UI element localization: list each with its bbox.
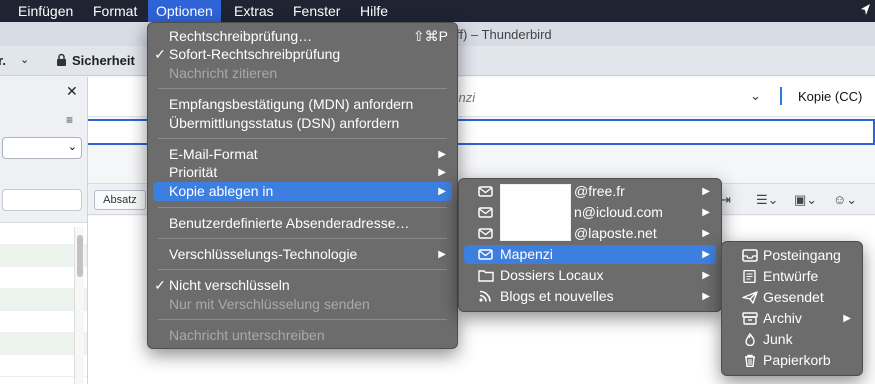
account-item-local-folders[interactable]: Dossiers Locaux ▶ bbox=[464, 266, 716, 285]
close-icon[interactable]: ✕ bbox=[66, 83, 78, 100]
folder-item-drafts[interactable]: Entwürfe bbox=[727, 267, 857, 286]
folder-icon bbox=[478, 270, 494, 282]
menu-fenster[interactable]: Fenster bbox=[285, 0, 348, 22]
menu-item-quote-message: Nachricht zitieren bbox=[169, 65, 278, 81]
location-arrow-icon bbox=[860, 3, 871, 19]
redacted-area bbox=[500, 184, 571, 241]
scrollbar-thumb[interactable] bbox=[77, 235, 83, 277]
menu-item-require-encryption: Nur mit Verschlüsselung senden bbox=[169, 296, 370, 312]
menu-item-dsn[interactable]: Übermittlungsstatus (DSN) anfordern bbox=[153, 114, 452, 133]
toolbar-partial-button[interactable]: r. bbox=[0, 53, 6, 68]
align-icon[interactable]: ☰⌄ bbox=[756, 192, 779, 208]
contacts-sidebar: ✕ ≡ ⌄ bbox=[0, 77, 88, 384]
menu-item-custom-sender[interactable]: Benutzerdefinierte Absenderadresse… bbox=[153, 214, 452, 233]
menu-item-no-encryption[interactable]: ✓ Nicht verschlüsseln bbox=[153, 276, 452, 295]
menu-item-encryption-tech[interactable]: Verschlüsselungs-Technologie ▶ bbox=[153, 245, 452, 264]
account-item-blogs[interactable]: Blogs et nouvelles ▶ bbox=[464, 287, 716, 306]
menubar: Einfügen Format Optionen Extras Fenster … bbox=[0, 0, 875, 22]
image-insert-icon[interactable]: ▣⌄ bbox=[794, 192, 817, 208]
menu-separator bbox=[158, 238, 447, 239]
lock-icon bbox=[56, 53, 67, 69]
field-divider bbox=[780, 87, 782, 105]
menu-separator bbox=[158, 207, 447, 208]
menu-separator bbox=[158, 269, 447, 270]
menu-item-email-format[interactable]: E-Mail-Format ▶ bbox=[153, 145, 452, 164]
junk-icon bbox=[745, 333, 755, 346]
chevron-down-icon: ⌄ bbox=[67, 141, 77, 153]
copy-to-submenu: @free.fr ▶ n@icloud.com ▶ @laposte.net ▶… bbox=[458, 178, 722, 312]
options-menu: Rechtschreibprüfung… ⇧⌘P ✓ Sofort-Rechts… bbox=[147, 22, 458, 349]
scrollbar[interactable] bbox=[74, 227, 84, 384]
mail-account-icon bbox=[478, 186, 493, 197]
menu-item-copy-to[interactable]: Kopie ablegen in ▶ bbox=[153, 182, 452, 201]
list-menu-icon[interactable]: ≡ bbox=[66, 113, 73, 127]
menu-separator bbox=[158, 319, 447, 320]
trash-icon bbox=[745, 354, 755, 367]
mail-account-icon bbox=[478, 249, 493, 260]
submenu-arrow-icon: ▶ bbox=[438, 149, 446, 160]
submenu-arrow-icon: ▶ bbox=[702, 249, 710, 260]
folder-item-inbox[interactable]: Posteingang bbox=[727, 246, 857, 265]
account-item-mapenzi[interactable]: Mapenzi ▶ bbox=[464, 245, 716, 264]
mail-account-icon bbox=[478, 207, 493, 218]
submenu-arrow-icon: ▶ bbox=[438, 167, 446, 178]
menu-item-inline-spellcheck[interactable]: ✓ Sofort-Rechtschreibprüfung bbox=[153, 45, 452, 64]
folder-submenu: Posteingang Entwürfe Gesendet Archiv ▶ J… bbox=[721, 241, 863, 376]
menu-item-mdn[interactable]: Empfangsbestätigung (MDN) anfordern bbox=[153, 95, 452, 114]
archive-icon bbox=[742, 312, 758, 325]
folder-item-archive[interactable]: Archiv ▶ bbox=[727, 309, 857, 328]
checkmark-icon: ✓ bbox=[154, 46, 166, 62]
menu-extras[interactable]: Extras bbox=[226, 0, 282, 22]
menu-item-sign-message: Nachricht unterschreiben bbox=[169, 327, 325, 343]
folder-item-sent[interactable]: Gesendet bbox=[727, 288, 857, 307]
submenu-arrow-icon: ▶ bbox=[702, 228, 710, 239]
menu-format[interactable]: Format bbox=[85, 0, 145, 22]
rss-icon bbox=[479, 290, 491, 302]
paragraph-format-select[interactable]: Absatz bbox=[94, 190, 146, 210]
drafts-icon bbox=[743, 270, 756, 283]
menu-item-priority[interactable]: Priorität ▶ bbox=[153, 163, 452, 182]
menu-hilfe[interactable]: Hilfe bbox=[352, 0, 396, 22]
submenu-arrow-icon: ▶ bbox=[843, 313, 851, 324]
menu-item-spellcheck[interactable]: Rechtschreibprüfung… ⇧⌘P bbox=[153, 27, 452, 46]
checkmark-icon: ✓ bbox=[154, 277, 166, 293]
menu-separator bbox=[158, 138, 447, 139]
folder-item-junk[interactable]: Junk bbox=[727, 330, 857, 349]
emoji-icon[interactable]: ☺⌄ bbox=[833, 192, 857, 208]
contacts-search-input[interactable] bbox=[2, 189, 82, 211]
submenu-arrow-icon: ▶ bbox=[438, 186, 446, 197]
addressbook-select[interactable]: ⌄ bbox=[2, 137, 82, 159]
security-button[interactable]: Sicherheit bbox=[72, 53, 135, 68]
submenu-arrow-icon: ▶ bbox=[438, 249, 446, 260]
chevron-down-icon[interactable]: ⌄ bbox=[750, 88, 761, 104]
chevron-down-icon[interactable]: ⌄ bbox=[20, 53, 29, 66]
mail-account-icon bbox=[478, 228, 493, 239]
submenu-arrow-icon: ▶ bbox=[702, 207, 710, 218]
send-icon bbox=[742, 291, 758, 304]
submenu-arrow-icon: ▶ bbox=[702, 291, 710, 302]
submenu-arrow-icon: ▶ bbox=[702, 186, 710, 197]
menu-optionen[interactable]: Optionen bbox=[148, 0, 221, 22]
cc-button[interactable]: Kopie (CC) bbox=[798, 89, 862, 104]
submenu-arrow-icon: ▶ bbox=[702, 270, 710, 281]
menu-einfuegen[interactable]: Einfügen bbox=[10, 0, 81, 22]
folder-item-trash[interactable]: Papierkorb bbox=[727, 351, 857, 370]
menu-separator bbox=[158, 88, 447, 89]
window-title: ff) – Thunderbird bbox=[456, 27, 552, 42]
inbox-icon bbox=[742, 249, 758, 262]
